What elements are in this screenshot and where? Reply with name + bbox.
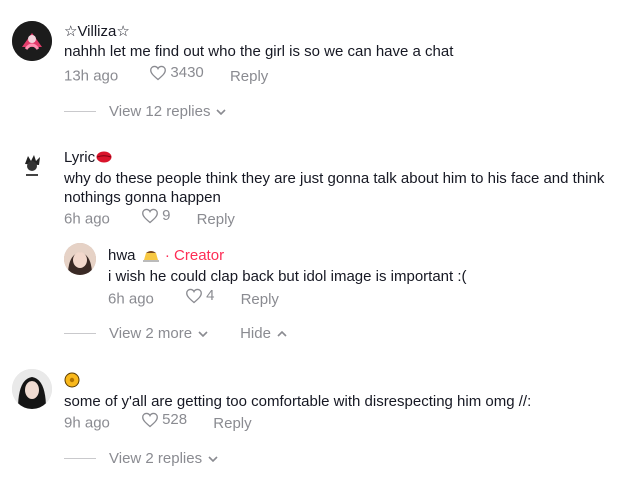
reply-username[interactable]: hwa · Creator	[108, 247, 224, 264]
like-count: 528	[162, 411, 188, 428]
chevron-up-icon	[277, 330, 287, 337]
divider-line	[64, 458, 96, 459]
comment-username[interactable]: ☆Villiza☆	[64, 22, 130, 40]
comment-time: 9h ago	[64, 414, 110, 432]
pudding-emoji-icon	[142, 251, 159, 262]
heart-outline-icon	[142, 208, 158, 223]
view-more-label: View 2 more	[109, 325, 193, 342]
reply-button[interactable]: Reply	[230, 68, 268, 85]
comment-username[interactable]	[64, 372, 80, 389]
avatar[interactable]	[64, 243, 96, 275]
view-more-button[interactable]: View 2 more	[109, 325, 208, 342]
comment-meta: 6h ago 9 Reply	[64, 207, 235, 228]
comment-item: ☆Villiza☆ nahhh let me find out who the …	[0, 0, 640, 125]
divider-line	[64, 111, 96, 112]
reply-button[interactable]: Reply	[213, 415, 251, 432]
view-replies-button[interactable]: View 2 replies	[64, 450, 218, 467]
avatar[interactable]	[12, 21, 52, 61]
comment-text: some of y'all are getting too comfortabl…	[64, 393, 532, 410]
like-count: 3430	[170, 64, 204, 81]
like-button[interactable]: 528	[141, 411, 187, 428]
comment-text: nahhh let me find out who the girl is so…	[64, 43, 454, 60]
like-button[interactable]: 9	[141, 207, 170, 224]
comment-meta: 9h ago 528 Reply	[64, 411, 252, 432]
divider-line	[64, 333, 96, 334]
avatar[interactable]	[12, 146, 52, 186]
username-text: hwa	[108, 247, 136, 264]
comment-username[interactable]: Lyric	[64, 149, 112, 166]
chevron-down-icon	[208, 455, 218, 462]
like-count: 9	[162, 207, 171, 224]
heart-outline-icon	[150, 65, 167, 80]
chevron-down-icon	[198, 330, 208, 337]
lips-emoji-icon	[96, 151, 112, 163]
creator-badge: Creator	[174, 247, 225, 264]
comment-time: 13h ago	[64, 67, 119, 85]
view-replies-label: View 12 replies	[109, 103, 211, 120]
reply-time: 6h ago	[108, 290, 154, 308]
avatar[interactable]	[12, 369, 52, 409]
chevron-down-icon	[216, 108, 227, 115]
heart-outline-icon	[142, 412, 158, 427]
like-count: 4	[206, 287, 215, 304]
hide-label: Hide	[240, 325, 271, 342]
reply-button[interactable]: Reply	[241, 291, 279, 308]
like-button[interactable]: 3430	[149, 64, 204, 81]
comment-text: why do these people think they are just …	[64, 170, 605, 206]
comment-item: some of y'all are getting too comfortabl…	[0, 355, 640, 485]
heart-outline-icon	[186, 288, 202, 303]
comment-meta: 13h ago 3430 Reply	[64, 64, 268, 85]
username-text: Lyric	[64, 149, 96, 166]
hide-button[interactable]: Hide	[240, 325, 287, 342]
creator-badge-separator: ·	[164, 247, 170, 264]
view-more-row: View 2 more Hide	[64, 325, 287, 342]
reply-meta: 6h ago 4 Reply	[108, 287, 279, 308]
comment-time: 6h ago	[64, 210, 110, 228]
view-replies-label: View 2 replies	[109, 450, 203, 467]
yellow-circle-emoji-icon	[64, 372, 80, 388]
comment-item: Lyric why do these people think they are…	[0, 125, 640, 355]
view-replies-button[interactable]: View 12 replies	[64, 103, 227, 120]
reply-button[interactable]: Reply	[197, 211, 235, 228]
reply-text: i wish he could clap back but idol image…	[108, 268, 467, 285]
like-button[interactable]: 4	[185, 287, 214, 304]
